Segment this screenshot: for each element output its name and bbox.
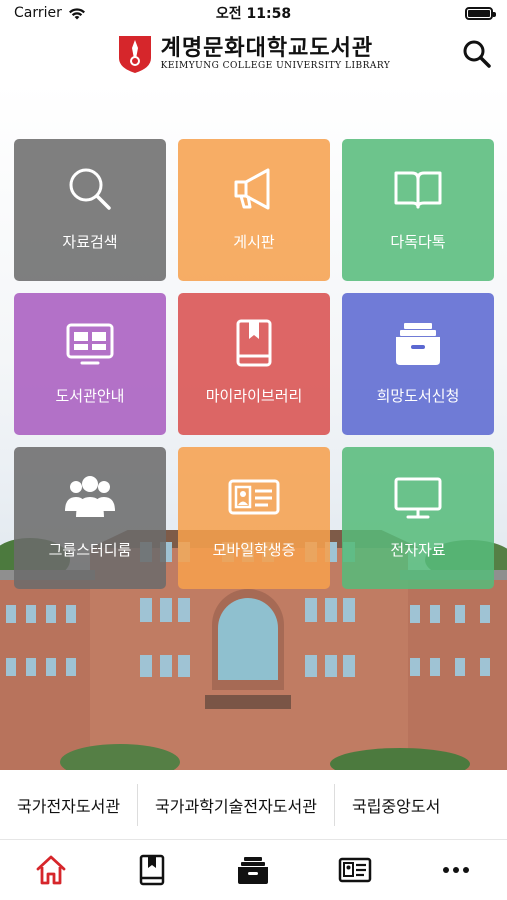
tile-label: 마이라이브러리 [205, 387, 303, 405]
tab-more[interactable] [426, 848, 486, 892]
tab-book-request[interactable] [223, 848, 283, 892]
tile-reading-talk[interactable]: 다독다톡 [342, 139, 494, 281]
tile-group-study-room[interactable]: 그룹스터디룸 [14, 447, 166, 589]
status-carrier-group: Carrier [14, 5, 86, 21]
tile-catalog-search[interactable]: 자료검색 [14, 139, 166, 281]
home-icon [36, 855, 66, 885]
bookmark-book-icon [139, 854, 165, 886]
tile-label: 게시판 [233, 233, 275, 251]
status-time: 오전 11:58 [215, 6, 292, 22]
tab-home[interactable] [21, 848, 81, 892]
tab-my-library[interactable] [122, 848, 182, 892]
link-science-tech-digital-library[interactable]: 국가과학기술전자도서관 [138, 783, 335, 826]
bookmark-book-icon [236, 319, 272, 367]
quick-links-bar: 국가전자도서관 국가과학기술전자도서관 국립중앙도서 [0, 770, 507, 840]
search-icon [69, 168, 111, 210]
battery-icon [465, 6, 496, 20]
id-card-icon [228, 479, 280, 515]
status-bar: Carrier 오전 11:58 [0, 0, 507, 26]
book-open-icon [394, 171, 442, 209]
search-button[interactable] [461, 38, 493, 70]
more-icon [443, 867, 470, 873]
tile-label: 다독다톡 [390, 233, 446, 251]
app-header: 계명문화대학교도서관 KEIMYUNG COLLEGE UNIVERSITY L… [0, 26, 507, 82]
tile-label: 전자자료 [390, 541, 446, 559]
tile-label: 그룹스터디룸 [48, 541, 132, 559]
tile-library-guide[interactable]: 도서관안내 [14, 293, 166, 435]
bottom-tab-bar [0, 840, 507, 900]
monitor-icon [394, 477, 442, 519]
tile-label: 자료검색 [62, 233, 118, 251]
tile-book-request[interactable]: 희망도서신청 [342, 293, 494, 435]
emblem-icon [118, 36, 151, 73]
menu-grid: 자료검색 게시판 다독다톡 도서관안내 마이라이브러리 희망도서신청 그룹스터디… [14, 139, 494, 589]
tile-label: 희망도서신청 [376, 387, 460, 405]
info-board-icon [66, 323, 114, 365]
search-icon [463, 40, 491, 68]
tile-label: 도서관안내 [55, 387, 125, 405]
group-icon [65, 476, 115, 517]
tab-student-id[interactable] [325, 848, 385, 892]
tile-my-library[interactable]: 마이라이브러리 [178, 293, 330, 435]
tile-board[interactable]: 게시판 [178, 139, 330, 281]
library-title-ko: 계명문화대학교도서관 [160, 36, 374, 61]
library-logo: 계명문화대학교도서관 KEIMYUNG COLLEGE UNIVERSITY L… [117, 34, 391, 74]
tile-mobile-student-id[interactable]: 모바일학생증 [178, 447, 330, 589]
library-title-en: KEIMYUNG COLLEGE UNIVERSITY LIBRARY [160, 61, 391, 71]
link-national-central-library[interactable]: 국립중앙도서 [335, 784, 457, 826]
tile-label: 모바일학생증 [212, 541, 296, 559]
link-national-digital-library[interactable]: 국가전자도서관 [0, 783, 139, 826]
logo-text: 계명문화대학교도서관 KEIMYUNG COLLEGE UNIVERSITY L… [160, 36, 391, 72]
wifi-icon [68, 7, 85, 19]
carrier-label: Carrier [14, 5, 62, 21]
id-card-icon [338, 857, 372, 883]
megaphone-icon [234, 168, 270, 210]
tile-e-resources[interactable]: 전자자료 [342, 447, 494, 589]
archive-box-icon [238, 857, 269, 884]
archive-box-icon [396, 323, 440, 365]
